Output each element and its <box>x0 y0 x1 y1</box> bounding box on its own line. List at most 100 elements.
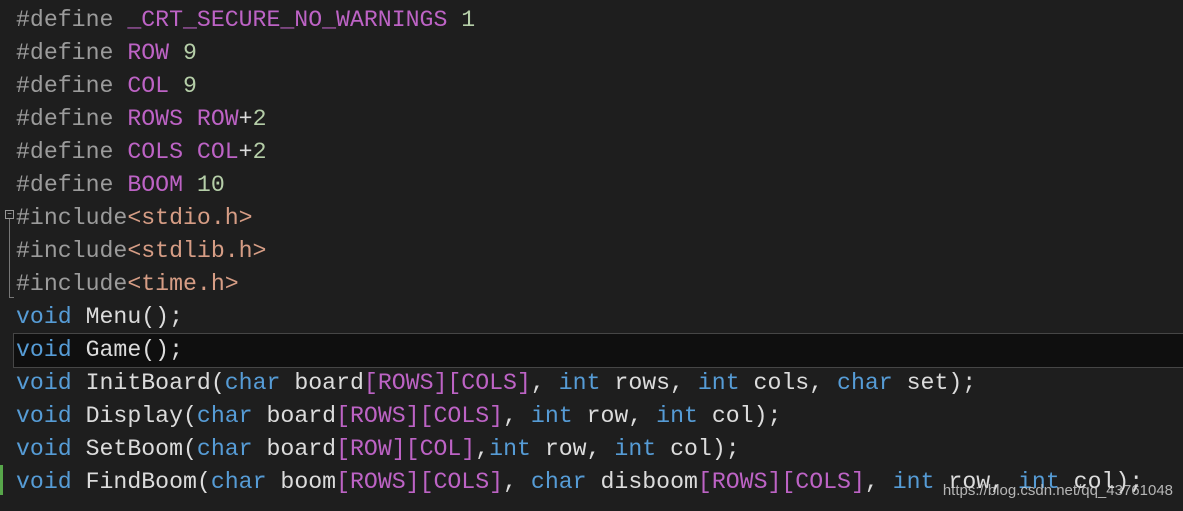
code-token: COL <box>127 73 170 99</box>
code-token: 1 <box>461 7 476 33</box>
code-line[interactable]: void Menu(); <box>0 301 1183 334</box>
code-token: #define <box>16 172 128 198</box>
fold-guide <box>9 219 14 298</box>
code-line[interactable]: void Game(); <box>13 333 1183 368</box>
collapse-icon[interactable]: − <box>5 210 14 219</box>
code-token: [ROW][COL] <box>336 436 476 462</box>
code-line[interactable]: void Display(char board[ROWS][COLS], int… <box>0 400 1183 433</box>
code-token: void <box>16 403 72 429</box>
code-token: Menu(); <box>71 304 183 330</box>
code-line[interactable]: #include<stdio.h> <box>0 202 1183 235</box>
code-token: #define <box>16 7 128 33</box>
code-token: InitBoard( <box>71 370 225 396</box>
code-token: int <box>558 370 601 396</box>
code-line[interactable]: #define COL 9 <box>0 70 1183 103</box>
change-indicator <box>0 465 3 495</box>
code-token: , <box>530 370 559 396</box>
code-token: void <box>16 304 72 330</box>
code-token: char <box>196 403 253 429</box>
code-token: , <box>503 403 531 429</box>
code-token: int <box>892 469 935 495</box>
code-token: + <box>238 139 253 165</box>
code-token: col); <box>656 436 740 462</box>
code-token: #include <box>16 205 128 231</box>
code-token: 10 <box>196 172 225 198</box>
code-token: <stdio.h> <box>127 205 253 231</box>
code-token: cols, <box>739 370 838 396</box>
code-token: 2 <box>252 106 267 132</box>
code-token: board <box>252 403 337 429</box>
code-token: void <box>16 370 72 396</box>
code-token: void <box>16 469 72 495</box>
code-token: BOOM <box>127 172 183 198</box>
code-token: int <box>489 436 531 462</box>
code-token: <time.h> <box>127 271 239 297</box>
code-editor[interactable]: #define _CRT_SECURE_NO_WARNINGS 1 #define… <box>0 4 1183 499</box>
code-line[interactable]: #define ROWS ROW+2 <box>0 103 1183 136</box>
code-token: int <box>656 403 698 429</box>
code-token: COLS <box>127 139 183 165</box>
code-token: rows, <box>600 370 698 396</box>
code-token: COL <box>196 139 239 165</box>
code-token: int <box>697 370 740 396</box>
code-token: FindBoom( <box>71 469 211 495</box>
code-token: void <box>16 337 72 363</box>
code-token: #define <box>16 106 128 132</box>
code-token: #include <box>16 271 128 297</box>
code-line[interactable]: #define _CRT_SECURE_NO_WARNINGS 1 <box>0 4 1183 37</box>
code-line[interactable]: void SetBoom(char board[ROW][COL],int ro… <box>0 433 1183 466</box>
code-token: #define <box>16 40 128 66</box>
code-token: [ROWS][COLS] <box>697 469 865 495</box>
code-token: board <box>252 436 337 462</box>
code-token: [ROWS][COLS] <box>336 403 504 429</box>
code-token: void <box>16 436 72 462</box>
code-token: #define <box>16 139 128 165</box>
code-token: <stdlib.h> <box>127 238 267 264</box>
code-token: , <box>503 469 531 495</box>
code-token: [ROWS][COLS] <box>336 469 504 495</box>
code-token: #define <box>16 73 128 99</box>
code-token: SetBoom( <box>71 436 197 462</box>
code-token: Game(); <box>71 337 183 363</box>
code-token: [ROWS][COLS] <box>363 370 531 396</box>
code-line[interactable]: #include<time.h> <box>0 268 1183 301</box>
code-token: row, <box>572 403 657 429</box>
code-token: char <box>210 469 267 495</box>
code-token: + <box>238 106 253 132</box>
code-token: _CRT_SECURE_NO_WARNINGS <box>127 7 448 33</box>
code-token: row, <box>530 436 615 462</box>
code-token: 9 <box>183 40 197 66</box>
code-token: board <box>280 370 364 396</box>
code-line[interactable]: #include<stdlib.h> <box>0 235 1183 268</box>
watermark: https://blog.csdn.net/qq_43761048 <box>942 482 1173 499</box>
code-token: disboom <box>586 469 698 495</box>
code-token: #include <box>16 238 128 264</box>
code-token: char <box>196 436 253 462</box>
code-token: ROWS <box>127 106 183 132</box>
code-token: , <box>864 469 893 495</box>
code-token: char <box>224 370 281 396</box>
code-token: char <box>837 370 893 396</box>
code-token: boom <box>266 469 337 495</box>
code-line[interactable]: void InitBoard(char board[ROWS][COLS], i… <box>0 367 1183 400</box>
code-token: ROW <box>196 106 239 132</box>
code-token: ROW <box>127 40 170 66</box>
code-token: 2 <box>252 139 267 165</box>
code-token: Display( <box>71 403 197 429</box>
code-line[interactable]: #define ROW 9 <box>0 37 1183 70</box>
code-line[interactable]: #define COLS COL+2 <box>0 136 1183 169</box>
code-token: set); <box>892 370 977 396</box>
code-token: col); <box>697 403 782 429</box>
code-token: int <box>530 403 573 429</box>
code-token: int <box>614 436 657 462</box>
code-token: 9 <box>183 73 197 99</box>
code-token: , <box>475 436 490 462</box>
code-line[interactable]: #define BOOM 10 <box>0 169 1183 202</box>
code-token: char <box>530 469 587 495</box>
